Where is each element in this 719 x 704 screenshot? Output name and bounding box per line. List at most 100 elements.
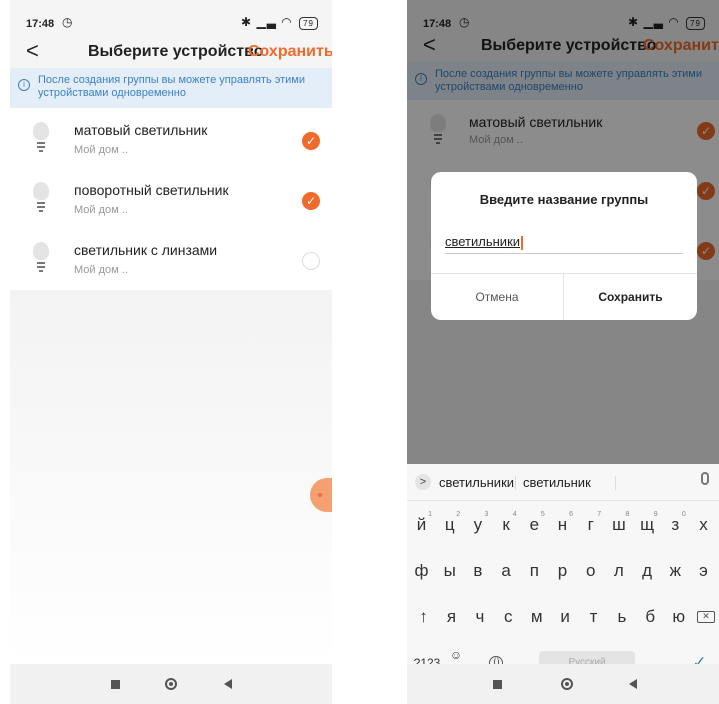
key[interactable]: х [689, 502, 718, 548]
group-name-input[interactable]: светильники [445, 234, 683, 254]
home-icon[interactable] [165, 678, 177, 690]
signal-icon: ▁▃ [256, 15, 277, 29]
key[interactable]: з0 [661, 502, 690, 548]
key-label: я [446, 607, 457, 626]
key[interactable]: щ9 [633, 502, 662, 548]
suggestion-bar: > светильники светильник [407, 464, 719, 501]
key[interactable]: ц2 [435, 502, 464, 548]
bulb-icon [30, 122, 52, 156]
key[interactable]: л [604, 548, 633, 594]
device-location: Мой дом .. [74, 204, 128, 216]
checkbox-checked-icon[interactable]: ✓ [302, 132, 320, 150]
key[interactable]: н6 [548, 502, 577, 548]
key[interactable]: б [636, 594, 665, 640]
checkbox-unchecked-icon[interactable] [302, 252, 320, 270]
key[interactable]: ж [661, 548, 690, 594]
key[interactable]: э [689, 548, 718, 594]
device-name: матовый светильник [74, 122, 208, 138]
key[interactable]: м [522, 594, 551, 640]
shift-key[interactable]: ↑ [409, 594, 438, 640]
suggestion-divider [615, 476, 616, 490]
list-item[interactable]: матовый светильник Мой дом .. ✓ [10, 108, 332, 170]
dialog-title: Введите название группы [479, 192, 649, 207]
checkbox-checked-icon[interactable]: ✓ [302, 192, 320, 210]
key-label: ю [672, 607, 686, 626]
key-label: у [473, 515, 483, 534]
key[interactable]: ы [435, 548, 464, 594]
recents-icon[interactable] [111, 680, 120, 689]
microphone-icon[interactable] [701, 472, 709, 485]
key-label: г [587, 515, 594, 534]
dialog-save-button[interactable]: Сохранить [564, 274, 697, 320]
dialog-buttons: Отмена Сохранить [431, 273, 697, 320]
key[interactable]: а [492, 548, 521, 594]
device-name: светильник с линзами [74, 242, 218, 258]
key[interactable]: о [576, 548, 605, 594]
keyboard-row-2: фывапролджэ [407, 548, 719, 594]
key[interactable]: ь [607, 594, 636, 640]
key-label: н [557, 515, 568, 534]
key-label: и [560, 607, 570, 626]
key-label: ы [443, 561, 456, 580]
cancel-button[interactable]: Отмена [431, 274, 564, 320]
save-button[interactable]: Сохранить [248, 43, 332, 61]
back-nav-icon[interactable] [629, 679, 637, 689]
key[interactable]: в [463, 548, 492, 594]
group-name-dialog: Введите название группы светильники Отме… [431, 172, 697, 320]
key-number-hint: 5 [540, 511, 545, 518]
key-label: б [645, 607, 656, 626]
key-label: а [501, 561, 511, 580]
expand-suggestions-icon[interactable]: > [415, 474, 431, 490]
key[interactable]: д [633, 548, 662, 594]
text-caret [521, 235, 524, 250]
key-label: п [529, 561, 539, 580]
recents-icon[interactable] [493, 680, 502, 689]
back-button[interactable]: < [26, 38, 39, 64]
list-item[interactable]: поворотный светильник Мой дом .. ✓ [10, 168, 332, 230]
key-label: ф [414, 561, 429, 580]
bulb-icon [30, 242, 52, 276]
key[interactable]: я [437, 594, 466, 640]
key-label: л [613, 561, 624, 580]
empty-area [10, 290, 332, 664]
emoji-icon: ☺ [449, 648, 463, 662]
list-item[interactable]: светильник с линзами Мой дом .. [10, 228, 332, 290]
backspace-icon[interactable]: ✕ [697, 611, 715, 623]
device-list: матовый светильник Мой дом .. ✓ поворотн… [10, 108, 332, 290]
key[interactable]: т [579, 594, 608, 640]
key-number-hint: 1 [428, 511, 432, 518]
group-name-screen: 17:48 ◷ ✱ ▁▃ ◠ 79 < Выберите устройство … [407, 0, 719, 704]
key[interactable]: у3 [463, 502, 492, 548]
back-nav-icon[interactable] [224, 679, 232, 689]
key[interactable]: п [520, 548, 549, 594]
key-label: ц [444, 515, 455, 534]
key[interactable]: ф [407, 548, 436, 594]
key-label: р [557, 561, 568, 580]
key[interactable]: ч [465, 594, 494, 640]
key[interactable]: е5 [520, 502, 549, 548]
key[interactable]: ю [664, 594, 693, 640]
key-number-hint: 2 [456, 511, 461, 518]
key-label: ь [617, 607, 627, 626]
suggestion-divider [515, 476, 516, 490]
key[interactable]: и [551, 594, 580, 640]
status-bar: 17:48 ◷ ✱ ▁▃ ◠ 79 [10, 12, 332, 36]
key[interactable]: ш8 [604, 502, 633, 548]
wifi-icon: ◠ [281, 15, 293, 29]
key-number-hint: 8 [625, 511, 630, 518]
key-label: м [530, 607, 543, 626]
home-icon[interactable] [561, 678, 573, 690]
device-location: Мой дом .. [74, 144, 128, 156]
suggestion-2[interactable]: светильник [523, 475, 591, 490]
key[interactable]: к4 [492, 502, 521, 548]
key[interactable]: г7 [576, 502, 605, 548]
info-banner-text: После создания группы вы можете управлят… [38, 74, 305, 99]
key[interactable]: с [494, 594, 523, 640]
key[interactable]: й1 [407, 502, 436, 548]
key-label: щ [640, 515, 655, 534]
keyboard-row-3: ↑ ✕ ячсмитьбю [407, 594, 719, 640]
device-selection-screen: 17:48 ◷ ✱ ▁▃ ◠ 79 < Выберите устройство … [10, 0, 332, 704]
suggestion-1[interactable]: светильники [439, 475, 514, 490]
key[interactable]: р [548, 548, 577, 594]
key-label: к [502, 515, 510, 534]
